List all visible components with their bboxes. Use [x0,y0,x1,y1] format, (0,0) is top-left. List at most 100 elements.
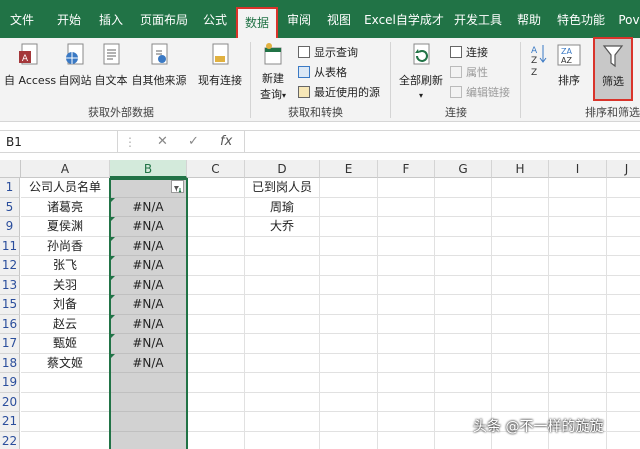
tab-view[interactable]: 视图 [320,0,358,38]
cell-f[interactable] [378,431,435,449]
cell-h[interactable] [492,373,549,393]
cell-d[interactable] [245,392,320,412]
cell-c[interactable] [187,334,245,354]
cancel-icon[interactable]: ✕ [157,134,168,149]
cell-i[interactable] [549,373,607,393]
existing-connections-button[interactable]: 现有连接 [196,42,244,88]
cell-a[interactable]: 张飞 [21,256,110,276]
cell-c[interactable] [187,314,245,334]
tab-formulas[interactable]: 公式 [196,0,234,38]
row-header[interactable]: 11 [0,236,20,256]
tab-developer[interactable]: 开发工具 [450,0,506,38]
from-other-sources-button[interactable]: 自其他来源 [130,42,188,88]
cell-i[interactable] [549,236,607,256]
cell-i[interactable] [549,314,607,334]
cell-a[interactable]: 关羽 [21,275,110,295]
cell-j[interactable] [607,334,640,354]
cell-a[interactable]: 公司人员名单 [21,178,110,198]
tab-insert[interactable]: 插入 [92,0,130,38]
row-header[interactable]: 18 [0,353,20,373]
cell-d[interactable] [245,236,320,256]
row-header[interactable]: 12 [0,256,20,276]
row-header[interactable]: 21 [0,412,20,432]
cell-c[interactable] [187,236,245,256]
cell-e[interactable] [320,256,378,276]
cell-e[interactable] [320,373,378,393]
row-header[interactable]: 17 [0,334,20,354]
cell-g[interactable] [435,353,492,373]
cell-c[interactable] [187,412,245,432]
cell-d[interactable] [245,431,320,449]
cell-i[interactable] [549,295,607,315]
row-header[interactable]: 1 [0,178,20,198]
row-header[interactable]: 9 [0,217,20,237]
cell-h[interactable] [492,392,549,412]
cell-f[interactable] [378,314,435,334]
cell-j[interactable] [607,295,640,315]
cell-b[interactable]: #N/A [110,236,187,256]
cell-f[interactable] [378,373,435,393]
cell-i[interactable] [549,256,607,276]
column-header-f[interactable]: F [378,160,435,178]
cell-a[interactable]: 甄姬 [21,334,110,354]
cell-h[interactable] [492,295,549,315]
column-header-j[interactable]: J [607,160,640,178]
cell-a[interactable]: 孙尚香 [21,236,110,256]
cell-c[interactable] [187,353,245,373]
cell-a[interactable] [21,392,110,412]
cell-j[interactable] [607,393,640,412]
tab-power[interactable]: Pov [614,0,640,38]
cell-c[interactable] [187,431,245,449]
cell-d[interactable] [245,314,320,334]
cell-j[interactable] [607,256,640,276]
cell-d[interactable]: 周瑜 [245,197,320,217]
cell-i[interactable] [549,197,607,217]
cell-f[interactable] [378,178,435,198]
cell-j[interactable] [607,178,640,198]
cell-d[interactable] [245,275,320,295]
cell-b[interactable]: #N/A [110,217,187,237]
tab-home[interactable]: 开始 [48,0,90,38]
cell-i[interactable] [549,178,607,198]
tab-review[interactable]: 审阅 [280,0,318,38]
from-text-button[interactable]: 自文本 [94,42,128,88]
cell-i[interactable] [549,392,607,412]
cell-b[interactable] [110,392,187,412]
cell-h[interactable] [492,353,549,373]
cell-d[interactable] [245,334,320,354]
cell-e[interactable] [320,275,378,295]
cell-g[interactable] [435,256,492,276]
cell-d[interactable] [245,353,320,373]
cell-b[interactable]: #N/A [110,197,187,217]
tab-data[interactable]: 数据 [236,7,278,38]
cell-b[interactable] [110,431,187,449]
cell-h[interactable] [492,197,549,217]
filter-dropdown-icon[interactable] [171,180,184,193]
sort-az-button[interactable]: AZZ [528,42,550,84]
cell-f[interactable] [378,353,435,373]
cell-j[interactable] [607,276,640,295]
row-header[interactable]: 15 [0,295,20,315]
row-header[interactable]: 13 [0,275,20,295]
cell-a[interactable] [21,373,110,393]
cell-j[interactable] [607,198,640,217]
from-access-button[interactable]: A 自 Access [4,42,56,88]
formula-input[interactable] [244,131,640,153]
insert-function-button[interactable]: fx [220,134,232,149]
cell-f[interactable] [378,334,435,354]
cell-g[interactable] [435,197,492,217]
cell-e[interactable] [320,412,378,432]
row-header[interactable]: 22 [0,431,20,449]
cell-h[interactable] [492,275,549,295]
column-header-i[interactable]: I [549,160,607,178]
cell-a[interactable]: 蔡文姬 [21,353,110,373]
cell-d[interactable]: 大乔 [245,217,320,237]
row-header[interactable]: 5 [0,197,20,217]
sort-button[interactable]: ZA AZ 排序 [554,42,584,88]
cell-a[interactable]: 刘备 [21,295,110,315]
cell-a[interactable] [21,412,110,432]
cell-e[interactable] [320,314,378,334]
cell-e[interactable] [320,178,378,198]
tab-special-features[interactable]: 特色功能 [552,0,610,38]
properties-button[interactable]: 属性 [450,64,488,80]
